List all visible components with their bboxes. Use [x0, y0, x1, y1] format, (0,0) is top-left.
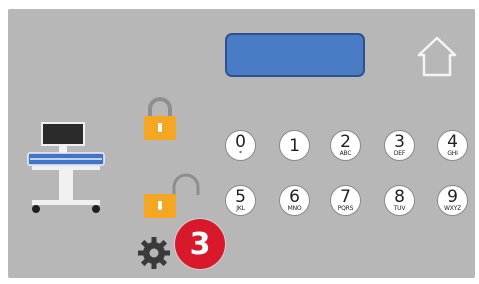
- key-letters: JKL: [236, 205, 245, 212]
- key-digit: 7: [340, 187, 351, 207]
- home-icon[interactable]: [414, 33, 460, 79]
- key-0[interactable]: 0 *: [225, 130, 256, 161]
- key-7[interactable]: 7 PQRS: [330, 185, 361, 216]
- lock-closed-icon[interactable]: [140, 95, 180, 141]
- key-letters: ABC: [339, 150, 352, 157]
- key-digit: 2: [340, 132, 351, 152]
- gear-icon[interactable]: [137, 236, 171, 270]
- key-digit: 6: [289, 187, 300, 207]
- key-8[interactable]: 8 TUV: [384, 185, 415, 216]
- key-1[interactable]: 1: [279, 130, 310, 161]
- key-2[interactable]: 2 ABC: [330, 130, 361, 161]
- step-badge: 3: [175, 219, 225, 269]
- key-digit: 5: [235, 187, 246, 207]
- key-digit: 9: [447, 187, 458, 207]
- key-letters: GHI: [447, 150, 458, 157]
- key-letters: TUV: [393, 205, 406, 212]
- key-letters: DEF: [393, 150, 406, 157]
- key-letters: WXYZ: [443, 205, 462, 212]
- key-digit: 4: [447, 132, 458, 152]
- key-letters: MNO: [287, 205, 302, 212]
- workstation-cart-icon[interactable]: [26, 119, 108, 221]
- key-digit: 3: [394, 132, 405, 152]
- lock-open-icon[interactable]: [140, 173, 204, 219]
- display-screen: [225, 33, 365, 77]
- control-panel: 3 0 * 1 2 ABC 3 DEF 4 GHI 5 JKL 6 MNO 7 …: [8, 9, 475, 278]
- key-5[interactable]: 5 JKL: [225, 185, 256, 216]
- key-letters: PQRS: [337, 205, 354, 212]
- key-9[interactable]: 9 WXYZ: [437, 185, 468, 216]
- key-3[interactable]: 3 DEF: [384, 130, 415, 161]
- key-digit: 0: [235, 132, 246, 152]
- key-digit: 1: [289, 135, 300, 156]
- key-digit: 8: [394, 187, 405, 207]
- key-4[interactable]: 4 GHI: [437, 130, 468, 161]
- key-letters: *: [239, 150, 242, 157]
- key-6[interactable]: 6 MNO: [279, 185, 310, 216]
